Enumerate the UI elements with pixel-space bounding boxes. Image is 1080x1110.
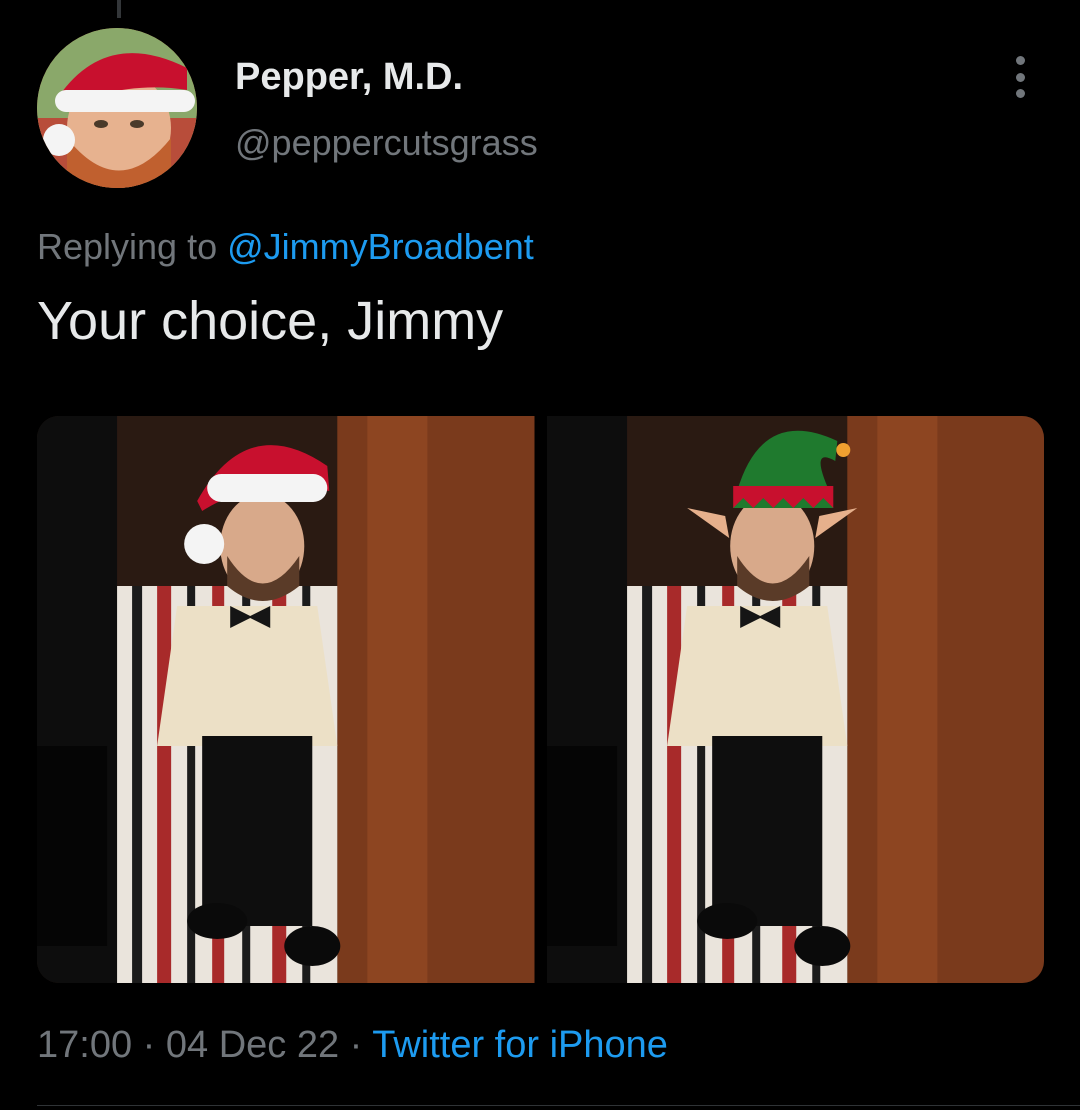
author-handle[interactable]: @peppercutsgrass: [235, 122, 538, 164]
meta-separator: ·: [142, 1024, 156, 1066]
reply-mention-link[interactable]: @JimmyBroadbent: [227, 226, 534, 267]
media-photo-santa[interactable]: [37, 416, 535, 983]
tweet-media-grid: [37, 416, 1044, 983]
photo-santa-image: [37, 416, 535, 983]
avatar-image: [37, 28, 197, 188]
tweet-date[interactable]: 04 Dec 22: [166, 1024, 339, 1066]
replying-to-label: Replying to: [37, 226, 218, 267]
author-display-name[interactable]: Pepper, M.D.: [235, 56, 463, 99]
author-avatar[interactable]: [37, 28, 197, 188]
tweet-time[interactable]: 17:00: [37, 1024, 132, 1066]
divider: [37, 1105, 1080, 1106]
replying-to-line: Replying to @JimmyBroadbent: [37, 226, 534, 268]
tweet-text: Your choice, Jimmy: [37, 291, 504, 351]
tweet-source-link[interactable]: Twitter for iPhone: [372, 1024, 668, 1066]
more-dot: [1015, 56, 1025, 65]
more-dot: [1015, 72, 1025, 82]
photo-elf-image: [546, 416, 1044, 983]
more-options-icon[interactable]: [1000, 52, 1040, 102]
meta-separator: ·: [349, 1024, 363, 1066]
thread-connector-line: [117, 0, 121, 18]
tweet-meta-line: 17:00 · 04 Dec 22 · Twitter for iPhone: [37, 1024, 668, 1067]
media-photo-elf[interactable]: [546, 416, 1044, 983]
more-dot: [1015, 89, 1025, 98]
